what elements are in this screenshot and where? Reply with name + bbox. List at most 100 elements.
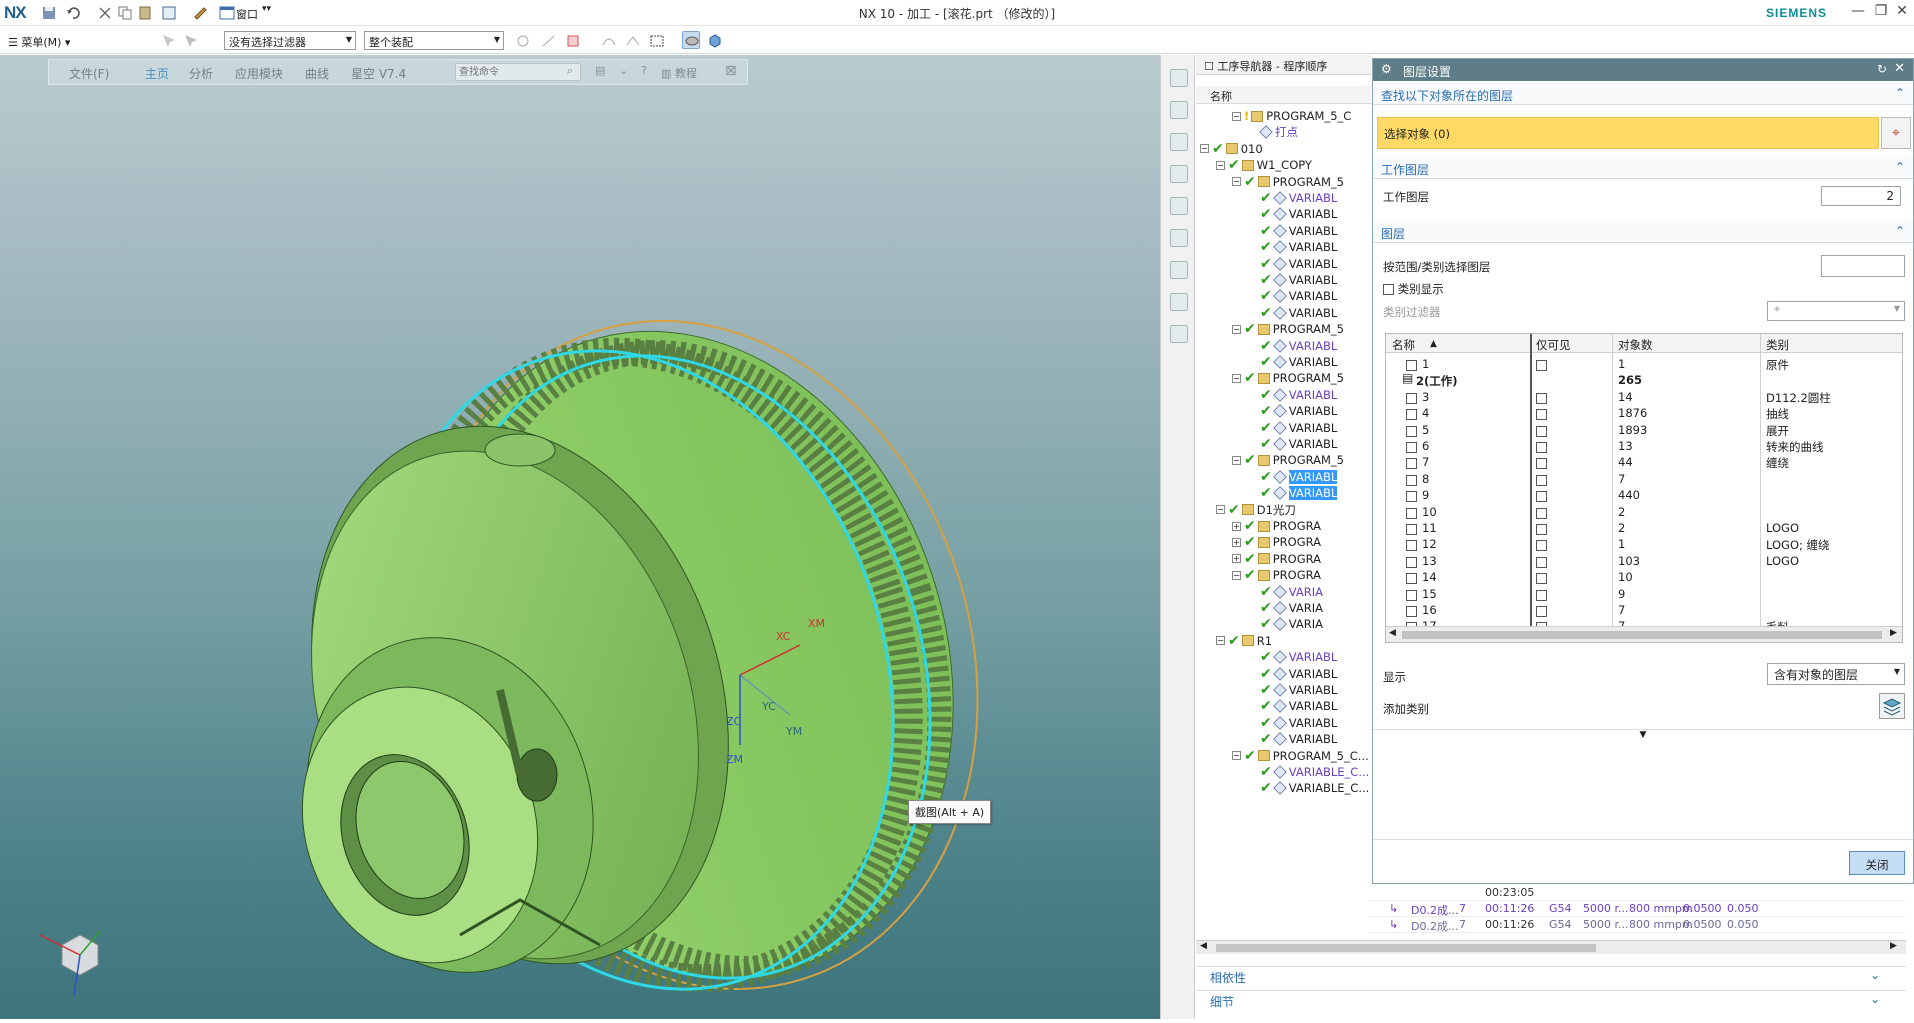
window-menu[interactable]: 窗口	[236, 6, 258, 22]
tree-expander-icon[interactable]: +	[1232, 537, 1241, 547]
resource-nav-icon[interactable]	[1170, 229, 1188, 247]
tutorial-link[interactable]: ▥ 教程	[661, 65, 697, 81]
tab-file[interactable]: 文件(F)	[69, 65, 109, 82]
resource-nav-icon[interactable]	[1170, 197, 1188, 215]
dialog-titlebar[interactable]: ⚙ 图层设置 ↻ ✕	[1373, 59, 1913, 81]
type-filter-select[interactable]: 没有选择过滤器 ▼	[224, 31, 356, 50]
operation-row[interactable]: ✔ VARIABL	[1248, 387, 1337, 403]
operation-row[interactable]: ✔ VARIABL	[1248, 436, 1337, 452]
scrollbar-thumb[interactable]	[1216, 944, 1596, 952]
ribbon-options-icon[interactable]: ▤	[595, 64, 605, 77]
pencil-icon[interactable]	[192, 4, 210, 22]
category-display-checkbox[interactable]	[1383, 284, 1394, 295]
details-panel[interactable]: 细节 ⌄	[1196, 990, 1906, 1009]
tree-expander-icon[interactable]: −	[1216, 160, 1225, 170]
operation-row[interactable]: ✔ VARIABL	[1248, 485, 1338, 501]
program-group-row[interactable]: + ✔ PROGRA	[1232, 518, 1321, 534]
operation-row[interactable]: ✔ VARIABL	[1248, 239, 1337, 255]
copy-icon[interactable]	[116, 4, 134, 22]
operation-row[interactable]: ✔ VARIABL	[1248, 698, 1337, 714]
col-category[interactable]: 类别	[1766, 337, 1789, 353]
sort-up-icon[interactable]: ▲	[1430, 339, 1437, 349]
resource-nav-icon[interactable]	[1170, 101, 1188, 119]
snap-curve-icon[interactable]	[600, 32, 618, 50]
scroll-left-icon[interactable]: ◀	[1200, 941, 1207, 951]
program-group-row[interactable]: − ✔ PROGRAM_5	[1232, 452, 1344, 468]
find-layers-section[interactable]: 查找以下对象所在的图层 ⌃	[1373, 83, 1913, 105]
operation-row[interactable]: ✔ VARIABL	[1248, 272, 1337, 288]
snap-arc-icon[interactable]	[624, 32, 642, 50]
program-group-row[interactable]: + ✔ PROGRA	[1232, 551, 1321, 567]
add-category-button[interactable]	[1879, 693, 1905, 719]
restore-button[interactable]: ❐	[1870, 3, 1892, 19]
scope-select[interactable]: 整个装配 ▼	[364, 31, 504, 50]
resource-nav-icon[interactable]	[1170, 293, 1188, 311]
program-group-row[interactable]: − ✔ PROGRAM_5	[1232, 321, 1344, 337]
search-icon[interactable]: ⌕	[567, 64, 573, 78]
dependencies-panel[interactable]: 相依性 ⌄	[1196, 966, 1906, 985]
col-object-count[interactable]: 对象数	[1618, 337, 1653, 353]
resource-nav-icon[interactable]	[1170, 165, 1188, 183]
close-button[interactable]: 关闭	[1849, 851, 1905, 875]
layer-table-scrollbar[interactable]: ◀ ▶	[1386, 626, 1902, 642]
save-icon[interactable]	[40, 4, 58, 22]
operation-row[interactable]: ✔ VARIABL	[1248, 354, 1337, 370]
program-group-row[interactable]: − ✔ PROGRA	[1232, 567, 1321, 583]
select-filter-icon[interactable]	[160, 32, 178, 50]
cut-icon[interactable]	[96, 4, 114, 22]
snap-grid-icon[interactable]	[564, 32, 582, 50]
tab-curve[interactable]: 曲线	[305, 65, 329, 82]
tree-expander-icon[interactable]: −	[1216, 505, 1225, 515]
tab-application[interactable]: 应用模块	[235, 65, 283, 82]
chevron-down-icon[interactable]: ▾▾	[262, 4, 271, 14]
close-icon[interactable]: ✕	[1894, 61, 1905, 76]
select-object-field[interactable]: 选择对象 (0)	[1377, 117, 1879, 149]
snap-point-icon[interactable]	[540, 32, 558, 50]
close-window-button[interactable]: ✕	[1891, 3, 1913, 19]
resource-nav-icon[interactable]	[1170, 69, 1188, 87]
operation-row[interactable]: ✔ VARIABL	[1248, 469, 1338, 485]
operation-row[interactable]: ✔ VARIABLE_C...	[1248, 780, 1369, 796]
detail-row[interactable]: ↳ D0.2成... 7 00:11:26 G54 5000 r... 800 mmpm 0.…	[1371, 917, 1906, 933]
operation-row[interactable]: ✔ VARIABL	[1248, 403, 1337, 419]
tree-expander-icon[interactable]: −	[1232, 324, 1241, 334]
render-style-icon[interactable]	[682, 31, 700, 49]
operation-row[interactable]: ✔ VARIABL	[1248, 666, 1337, 682]
operation-row[interactable]: ✔ VARIABL	[1248, 682, 1337, 698]
work-layer-input[interactable]: 2	[1821, 186, 1901, 206]
operation-row[interactable]: ✔ VARIA	[1248, 584, 1323, 600]
scroll-right-icon[interactable]: ▶	[1890, 628, 1897, 638]
program-group-row[interactable]: + ✔ PROGRA	[1232, 534, 1321, 550]
detail-row[interactable]: 00:23:05	[1371, 885, 1906, 901]
program-group-row[interactable]: − ✔ PROGRAM_5	[1232, 370, 1344, 386]
navigator-column-header[interactable]: 名称	[1196, 86, 1371, 104]
program-group-row[interactable]: − ✔ W1_COPY	[1216, 157, 1312, 173]
operation-row[interactable]: ✔ VARIABL	[1248, 206, 1337, 222]
tree-expander-icon[interactable]: −	[1200, 144, 1209, 154]
tree-expander-icon[interactable]: −	[1216, 636, 1225, 646]
program-group-row[interactable]: −! PROGRAM_5_C	[1232, 108, 1351, 124]
view-triad-icon[interactable]	[39, 930, 101, 996]
command-search-input[interactable]	[455, 63, 581, 81]
cube-view-icon[interactable]	[706, 32, 724, 50]
minimize-button[interactable]: —	[1847, 3, 1869, 19]
layer-section[interactable]: 图层 ⌃	[1373, 221, 1913, 243]
program-group-row[interactable]: − ✔ PROGRAM_5_C...	[1232, 748, 1369, 764]
col-visible-only[interactable]: 仅可见	[1536, 337, 1571, 353]
menu-button[interactable]: ☰ 菜单(M) ▾	[8, 34, 70, 50]
reset-icon[interactable]: ↻	[1877, 62, 1887, 76]
tab-home[interactable]: 主页	[145, 65, 169, 82]
part-model[interactable]: XC XM YC YM ZC ZM	[0, 55, 1160, 1019]
display-select[interactable]: 含有对象的图层 ▼	[1767, 663, 1905, 685]
scrollbar-thumb[interactable]	[1402, 631, 1882, 639]
help-icon[interactable]: ?	[641, 64, 647, 77]
select-lock-icon[interactable]	[182, 32, 200, 50]
operation-row[interactable]: ✔ VARIABL	[1248, 420, 1337, 436]
horizontal-scrollbar[interactable]: ◀ ▶	[1196, 940, 1906, 954]
resource-nav-icon[interactable]	[1170, 261, 1188, 279]
box-select-icon[interactable]	[648, 32, 666, 50]
tree-expander-icon[interactable]: −	[1232, 177, 1241, 187]
range-select-input[interactable]	[1821, 255, 1905, 277]
chevron-down-icon[interactable]: ⌄	[619, 64, 628, 77]
program-group-row[interactable]: − ✔ R1	[1216, 633, 1272, 649]
